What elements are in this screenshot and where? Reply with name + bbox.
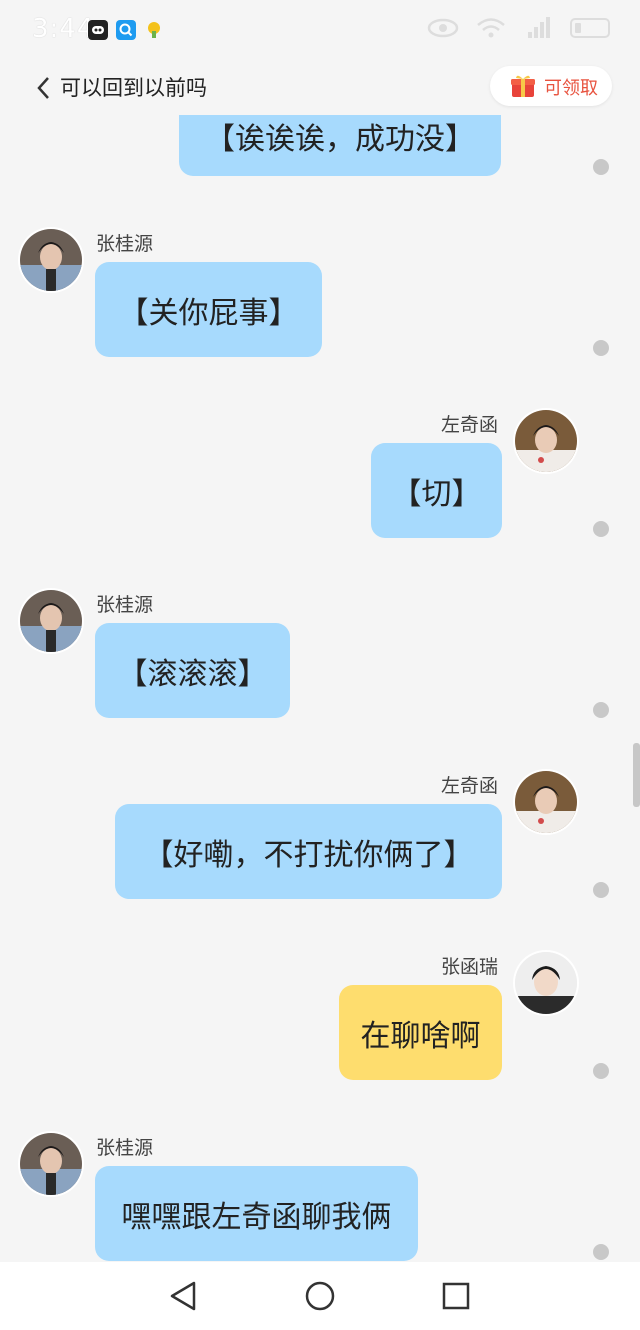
message-text: 【好嘞，不打扰你俩了】 bbox=[143, 837, 474, 873]
sender-name: 张函瑞 bbox=[441, 956, 499, 978]
chat-header: 可以回到以前吗 可领取 bbox=[0, 60, 640, 115]
search-app-icon bbox=[116, 20, 136, 40]
read-status-dot bbox=[593, 1244, 609, 1260]
read-status-dot bbox=[593, 159, 609, 175]
message-bubble[interactable]: 【滚滚滚】 bbox=[95, 623, 290, 718]
status-time: 3:44 bbox=[32, 14, 95, 44]
reward-label: 可领取 bbox=[544, 78, 598, 99]
read-status-dot bbox=[593, 1063, 609, 1079]
avatar[interactable] bbox=[20, 590, 82, 652]
message-text: 【关你屁事】 bbox=[118, 295, 299, 331]
message-bubble[interactable]: 【关你屁事】 bbox=[95, 262, 322, 357]
home-circle-icon[interactable] bbox=[304, 1280, 336, 1312]
battery-icon bbox=[570, 18, 610, 38]
scrollbar[interactable] bbox=[633, 743, 640, 807]
message-bubble[interactable]: 在聊啥啊 bbox=[339, 985, 502, 1080]
notification-app-icon bbox=[88, 20, 108, 40]
message-text: 【诶诶诶，成功没】 bbox=[205, 121, 475, 157]
wifi-icon bbox=[477, 18, 505, 38]
back-triangle-icon[interactable] bbox=[168, 1280, 200, 1312]
avatar[interactable] bbox=[20, 1133, 82, 1195]
status-bar: 3:44 bbox=[0, 0, 640, 60]
back-arrow-icon[interactable] bbox=[34, 74, 54, 102]
sender-name: 左奇函 bbox=[441, 775, 499, 797]
read-status-dot bbox=[593, 882, 609, 898]
weather-app-icon bbox=[144, 20, 164, 40]
reward-button[interactable]: 可领取 bbox=[490, 66, 612, 106]
eye-icon bbox=[427, 18, 459, 38]
message-text: 【滚滚滚】 bbox=[117, 656, 268, 692]
chat-message-list[interactable]: 【诶诶诶，成功没】 张桂源 【关你屁事】 左奇函 【切】 张桂源 【滚滚滚】 左… bbox=[0, 115, 640, 1262]
sender-name: 张桂源 bbox=[96, 233, 154, 255]
read-status-dot bbox=[593, 702, 609, 718]
message-bubble[interactable]: 【好嘞，不打扰你俩了】 bbox=[115, 804, 502, 899]
sender-name: 左奇函 bbox=[441, 414, 499, 436]
message-bubble[interactable]: 嘿嘿跟左奇函聊我俩 bbox=[95, 1166, 418, 1261]
avatar[interactable] bbox=[515, 410, 577, 472]
signal-icon bbox=[528, 17, 550, 38]
chat-title: 可以回到以前吗 bbox=[60, 76, 207, 100]
message-text: 在聊啥啊 bbox=[360, 1018, 481, 1054]
message-bubble[interactable]: 【切】 bbox=[371, 443, 502, 538]
message-text: 【切】 bbox=[391, 476, 482, 512]
navigation-bar bbox=[0, 1262, 640, 1330]
sender-name: 张桂源 bbox=[96, 1137, 154, 1159]
read-status-dot bbox=[593, 340, 609, 356]
sender-name: 张桂源 bbox=[96, 594, 154, 616]
message-text: 嘿嘿跟左奇函聊我俩 bbox=[121, 1199, 392, 1235]
avatar[interactable] bbox=[515, 771, 577, 833]
recents-square-icon[interactable] bbox=[440, 1280, 472, 1312]
read-status-dot bbox=[593, 521, 609, 537]
avatar[interactable] bbox=[20, 229, 82, 291]
avatar[interactable] bbox=[515, 952, 577, 1014]
gift-box-icon bbox=[511, 75, 535, 97]
message-bubble[interactable]: 【诶诶诶，成功没】 bbox=[179, 115, 501, 176]
